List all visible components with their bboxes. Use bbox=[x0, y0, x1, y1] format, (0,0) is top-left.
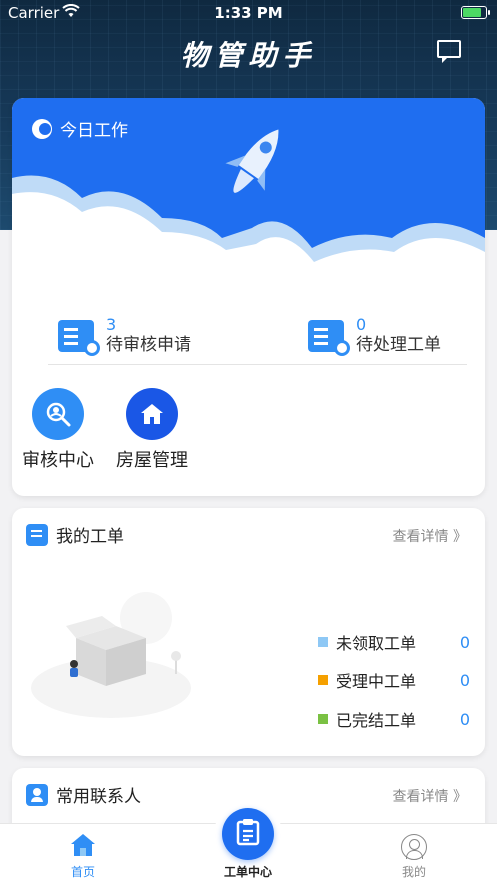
house-management-label: 房屋管理 bbox=[116, 450, 188, 471]
pending-order-label: 待处理工单 bbox=[356, 335, 441, 355]
legend-value: 0 bbox=[459, 709, 470, 729]
divider bbox=[48, 364, 467, 365]
tab-order-center-label: 工单中心 bbox=[223, 865, 272, 879]
legend-swatch bbox=[318, 714, 328, 724]
legend-unclaimed: 未领取工单 0 bbox=[318, 630, 470, 654]
legend-value: 0 bbox=[459, 670, 470, 690]
legend-swatch bbox=[318, 637, 328, 647]
house-management-button[interactable]: 房屋管理 bbox=[116, 388, 188, 472]
pending-order-icon bbox=[308, 320, 350, 356]
legend-label: 未领取工单 bbox=[336, 634, 417, 653]
legend-label: 已完结工单 bbox=[336, 711, 417, 730]
order-list-icon bbox=[26, 523, 48, 546]
my-orders-title: 我的工单 bbox=[56, 527, 124, 547]
tab-me[interactable]: 我的 bbox=[354, 824, 474, 883]
rocket-banner: 今日工作 bbox=[12, 98, 485, 298]
pending-order-count: 0 bbox=[356, 315, 367, 334]
home-icon bbox=[69, 832, 97, 861]
contacts-detail-link[interactable]: 查看详情 》 bbox=[393, 786, 467, 806]
legend-value: 0 bbox=[459, 632, 470, 652]
clipboard-icon bbox=[235, 818, 261, 850]
legend-label: 受理中工单 bbox=[336, 672, 417, 691]
contacts-header: 常用联系人 bbox=[26, 782, 141, 807]
empty-box-illustration bbox=[26, 578, 196, 722]
moon-icon bbox=[32, 118, 52, 139]
contact-book-icon bbox=[26, 783, 48, 806]
pending-order-stat[interactable]: 0 待处理工单 bbox=[308, 316, 441, 356]
review-center-label: 审核中心 bbox=[22, 450, 94, 471]
clock: 1:33 PM bbox=[214, 4, 283, 22]
message-icon[interactable] bbox=[437, 40, 461, 63]
today-work-card: 今日工作 3 待审核申请 0 待处理工单 审核中心 房屋管理 bbox=[12, 98, 485, 496]
user-icon bbox=[401, 834, 427, 860]
status-bar: Carrier 1:33 PM bbox=[0, 0, 497, 26]
legend-in-progress: 受理中工单 0 bbox=[318, 668, 470, 692]
battery-icon bbox=[461, 6, 490, 19]
pending-review-stat[interactable]: 3 待审核申请 bbox=[58, 316, 191, 356]
contacts-title: 常用联系人 bbox=[56, 787, 141, 807]
today-work-title-row: 今日工作 bbox=[32, 116, 128, 141]
pending-review-count: 3 bbox=[106, 315, 117, 334]
my-orders-card: 我的工单 查看详情 》 未领取工单 0 受理中工单 0 已完结工单 0 bbox=[12, 508, 485, 756]
order-center-button[interactable] bbox=[222, 808, 274, 860]
my-orders-detail-link[interactable]: 查看详情 》 bbox=[393, 526, 467, 546]
legend-completed: 已完结工单 0 bbox=[318, 707, 470, 731]
my-orders-header: 我的工单 bbox=[26, 522, 124, 547]
tab-me-label: 我的 bbox=[401, 865, 426, 879]
tab-home[interactable]: 首页 bbox=[23, 824, 143, 883]
pending-review-label: 待审核申请 bbox=[106, 335, 191, 355]
today-work-title: 今日工作 bbox=[60, 121, 128, 141]
tab-home-label: 首页 bbox=[70, 865, 95, 879]
house-icon bbox=[126, 388, 178, 440]
review-list-icon bbox=[58, 320, 100, 356]
legend-swatch bbox=[318, 675, 328, 685]
app-title: 物管助手 bbox=[180, 39, 317, 72]
review-search-icon bbox=[32, 388, 84, 440]
review-center-button[interactable]: 审核中心 bbox=[22, 388, 94, 472]
